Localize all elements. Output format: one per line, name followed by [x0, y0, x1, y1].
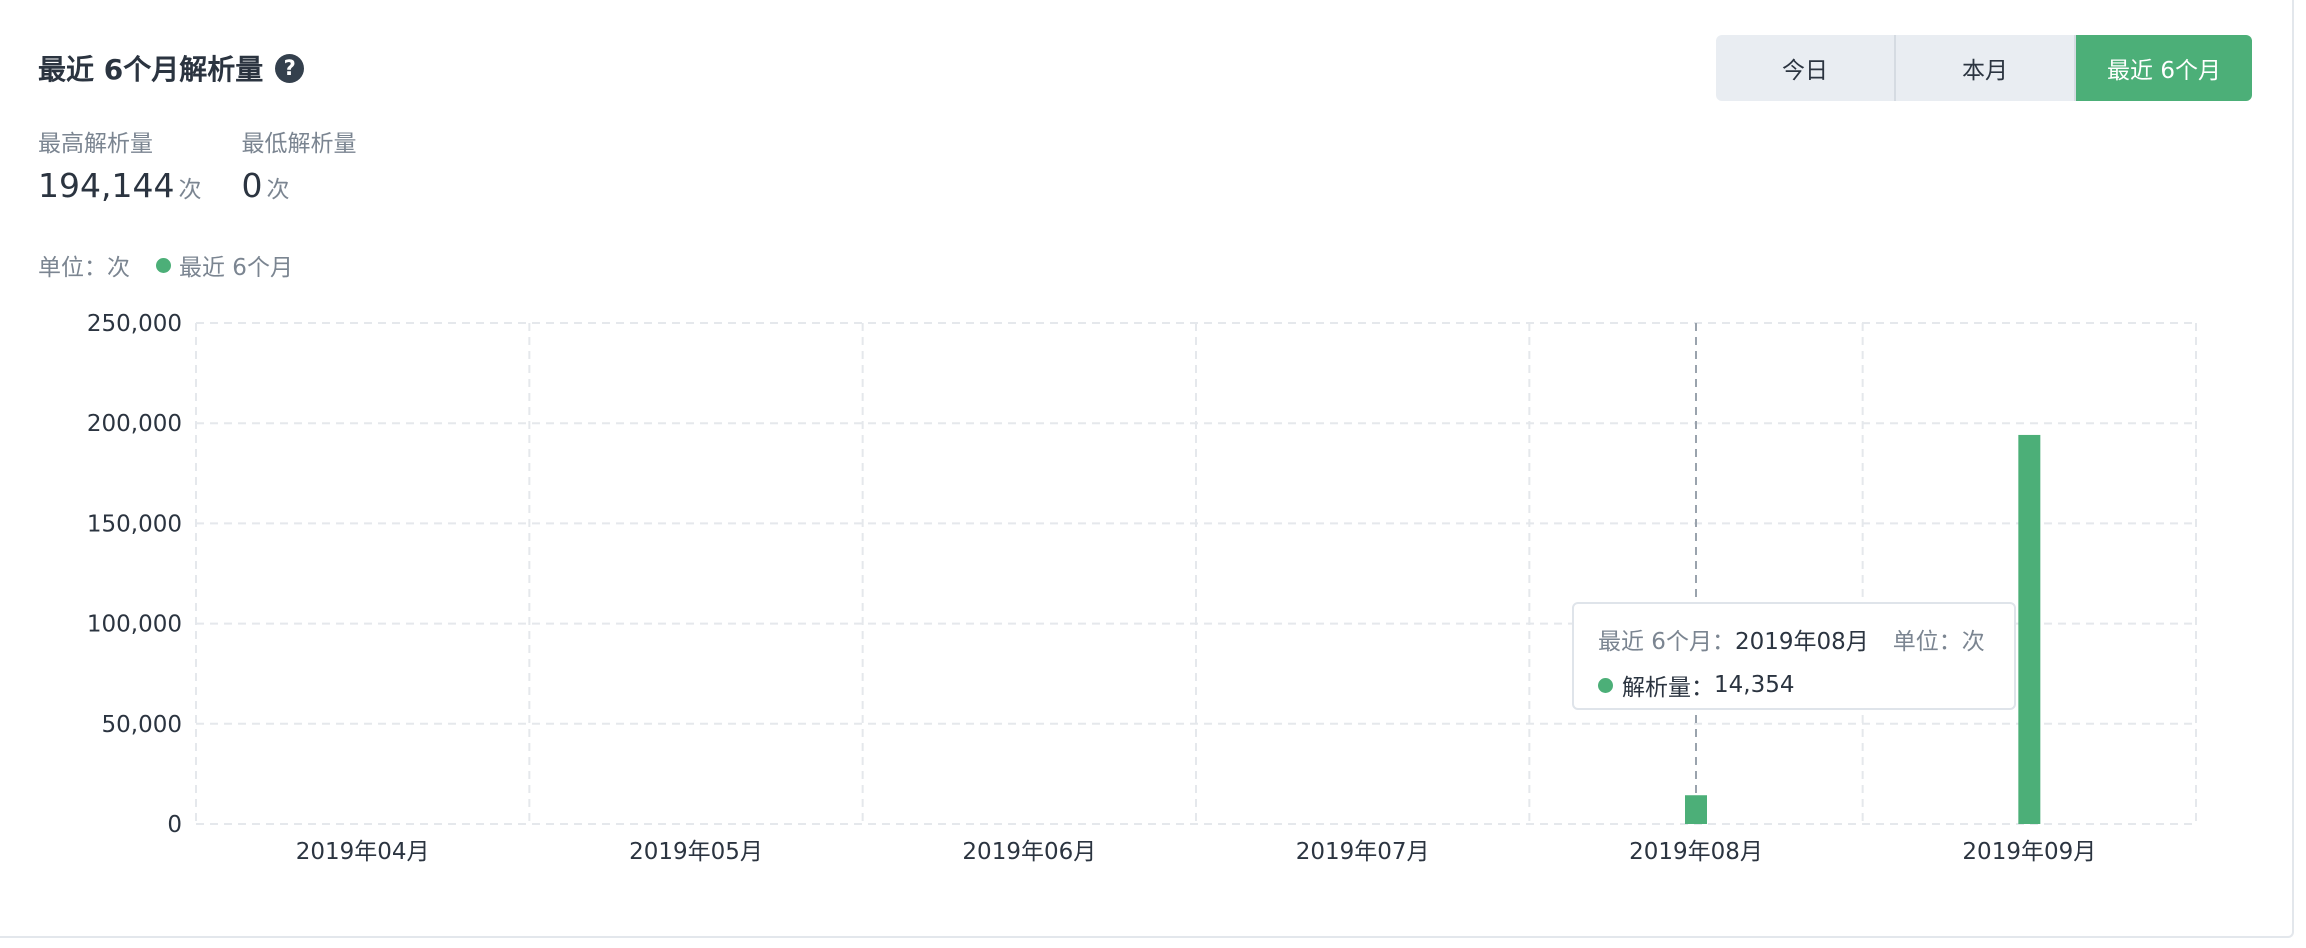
tooltip-value-row: 解析量： 14,354	[1598, 668, 1990, 702]
y-tick-label: 100,000	[87, 612, 182, 638]
chart-tooltip: 最近 6个月： 2019年08月 单位：次 解析量： 14,354	[1572, 602, 2016, 710]
tooltip-dot-icon	[1598, 677, 1613, 693]
tooltip-header: 最近 6个月： 2019年08月 单位：次	[1598, 622, 1990, 656]
x-tick-label: 2019年09月	[1962, 839, 2096, 865]
tooltip-unit: 单位：次	[1892, 629, 1985, 655]
y-tick-label: 150,000	[87, 511, 182, 537]
tooltip-series-label: 最近 6个月：	[1598, 629, 1735, 655]
chart-card: 最近 6个月解析量 ? 今日 本月 最近 6个月 最高解析量 194,144 次 …	[0, 0, 2294, 938]
x-tick-label: 2019年05月	[629, 839, 763, 865]
x-tick-label: 2019年07月	[1296, 839, 1430, 865]
bar	[1685, 795, 1707, 824]
tooltip-metric-value: 14,354	[1714, 672, 1795, 698]
bar	[2018, 434, 2041, 824]
x-tick-label: 2019年06月	[962, 839, 1096, 865]
y-tick-label: 0	[167, 812, 182, 838]
bar-chart: 0 50,000 100,000 150,000 200,000 250,000 2019年…	[87, 311, 2197, 865]
tooltip-metric-label: 解析量：	[1622, 675, 1714, 701]
y-tick-label: 50,000	[102, 712, 182, 738]
y-tick-label: 200,000	[87, 411, 182, 437]
tooltip-period: 2019年08月	[1734, 629, 1869, 655]
y-tick-label: 250,000	[87, 311, 182, 337]
x-tick-label: 2019年08月	[1629, 839, 1763, 865]
x-tick-label: 2019年04月	[296, 839, 430, 865]
